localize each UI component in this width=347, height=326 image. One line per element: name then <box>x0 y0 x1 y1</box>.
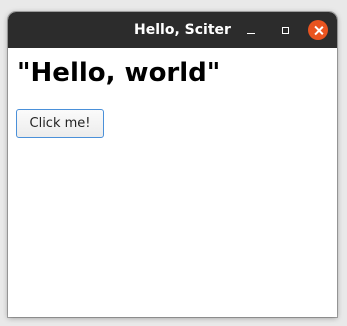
maximize-button[interactable] <box>275 20 295 40</box>
app-window: Hello, Sciter "Hello, world" Click me! <box>8 12 337 317</box>
close-icon <box>314 26 323 35</box>
click-me-button[interactable]: Click me! <box>16 109 104 138</box>
minimize-button[interactable] <box>241 20 261 40</box>
maximize-icon <box>281 26 289 34</box>
close-button[interactable] <box>308 20 328 40</box>
minimize-icon <box>247 32 255 34</box>
page-heading: "Hello, world" <box>17 58 221 88</box>
title-bar[interactable]: Hello, Sciter <box>8 12 337 48</box>
